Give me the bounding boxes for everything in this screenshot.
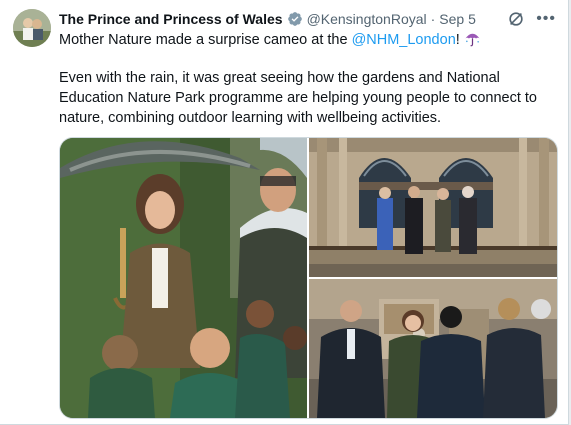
- photo-building-entrance[interactable]: [309, 138, 557, 277]
- tweet-media-grid: [59, 137, 558, 419]
- more-icon[interactable]: •••: [536, 9, 556, 29]
- timestamp[interactable]: Sep 5: [439, 11, 476, 27]
- verified-badge-icon: [287, 11, 303, 27]
- display-name[interactable]: The Prince and Princess of Wales: [59, 11, 283, 27]
- avatar-image: [13, 9, 51, 47]
- handle[interactable]: @KensingtonRoyal: [307, 11, 427, 27]
- tweet-text-prefix: Mother Nature made a surprise cameo at t…: [59, 32, 352, 48]
- avatar[interactable]: [13, 9, 51, 47]
- mention-link[interactable]: @NHM_London: [352, 32, 456, 48]
- photo-umbrella-children[interactable]: [60, 138, 307, 418]
- separator-dot: ·: [430, 11, 436, 27]
- tweet-header: The Prince and Princess of Wales @Kensin…: [59, 9, 556, 29]
- umbrella-rain-icon: [464, 30, 481, 53]
- tweet-text-line1: Mother Nature made a surprise cameo at t…: [59, 30, 544, 53]
- tweet-text-paragraph: Even with the rain, it was great seeing …: [59, 70, 537, 126]
- tweet-text-suffix: !: [455, 32, 460, 48]
- grok-icon[interactable]: [506, 9, 526, 29]
- tweet-card[interactable]: The Prince and Princess of Wales @Kensin…: [0, 0, 569, 425]
- photo-indoor-meeting[interactable]: [309, 279, 557, 418]
